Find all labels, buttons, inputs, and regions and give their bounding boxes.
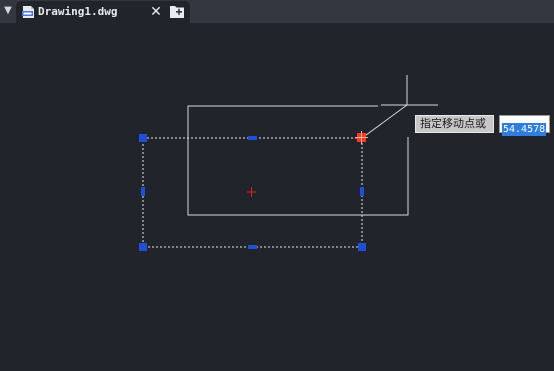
document-tab[interactable]: Drawing1.dwg ✕ [16, 1, 190, 23]
midpoint-grip-right[interactable] [360, 187, 364, 196]
dwg-file-icon [22, 6, 34, 18]
dynamic-input-leader [361, 104, 408, 139]
corner-grip-bottom-left[interactable] [139, 243, 147, 251]
close-tab-icon[interactable]: ✕ [149, 5, 163, 19]
midpoint-grip-left[interactable] [141, 187, 145, 196]
corner-grip-bottom-right[interactable] [358, 243, 366, 251]
document-tab-bar: ▼ Drawing1.dwg ✕ [0, 0, 554, 23]
cad-application: ▼ Drawing1.dwg ✕ 指定移动点或 54.4578 [0, 0, 554, 371]
tab-list-dropdown-icon[interactable]: ▼ [2, 4, 14, 18]
midpoint-grip-bottom[interactable] [248, 245, 257, 249]
dynamic-input-value: 54.4578 [502, 123, 547, 136]
drawing-canvas[interactable]: 指定移动点或 54.4578 [0, 23, 554, 371]
dynamic-input-prompt: 指定移动点或 [415, 115, 494, 133]
original-rectangle [187, 105, 409, 216]
drawing-geometry [139, 75, 438, 251]
dynamic-input-value-field[interactable]: 54.4578 [499, 115, 550, 136]
new-tab-icon[interactable] [170, 5, 184, 18]
corner-grip-top-left[interactable] [139, 134, 147, 142]
midpoint-grip-top[interactable] [248, 136, 257, 140]
tab-title: Drawing1.dwg [38, 5, 118, 18]
